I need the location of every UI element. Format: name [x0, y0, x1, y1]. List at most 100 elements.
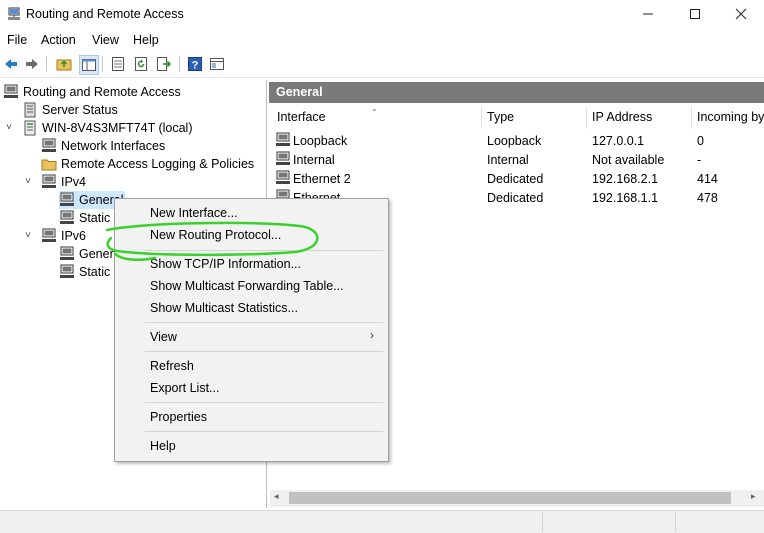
menu-file[interactable]: File [7, 33, 27, 47]
help-button[interactable]: ? [186, 55, 204, 73]
scrollbar-thumb[interactable] [289, 492, 731, 504]
pane-header-title: General [276, 85, 323, 99]
column-divider[interactable] [691, 107, 692, 129]
refresh-icon [135, 57, 147, 71]
column-header-interface[interactable]: Interface [277, 110, 326, 130]
back-arrow-icon [5, 59, 17, 69]
table-row[interactable]: Ethernet 2 Dedicated 192.168.2.1 414 [274, 170, 764, 188]
cell-ip-address: 192.168.2.1 [592, 172, 659, 186]
tree-item-root[interactable]: Routing and Remote Access [3, 83, 181, 101]
svg-text:?: ? [192, 60, 199, 72]
tree-item-ipv4[interactable]: IPv4 [41, 173, 86, 191]
up-folder-icon [56, 59, 72, 71]
general-icon [60, 246, 74, 260]
cell-ip-address: Not available [592, 153, 665, 167]
help-icon: ? [188, 57, 202, 72]
folder-icon [41, 159, 57, 171]
column-header-type[interactable]: Type [487, 110, 514, 130]
static-routes-icon [60, 210, 74, 224]
app-icon [8, 7, 20, 20]
server-icon [24, 120, 36, 136]
collapse-chevron-icon[interactable]: ˅ [23, 176, 33, 187]
console-tree-icon [210, 58, 224, 70]
column-header-incoming-bytes[interactable]: Incoming by [697, 110, 764, 130]
tree-item-network-interfaces[interactable]: Network Interfaces [41, 137, 165, 155]
minimize-button[interactable] [625, 0, 671, 28]
menu-item-show-multicast-forwarding[interactable]: Show Multicast Forwarding Table... [150, 276, 344, 296]
column-divider[interactable] [481, 107, 482, 129]
status-divider [675, 512, 676, 532]
properties-icon [112, 57, 124, 71]
minimize-icon [643, 13, 653, 15]
menu-help[interactable]: Help [133, 33, 159, 47]
table-row[interactable]: Loopback Loopback 127.0.0.1 0 [274, 132, 764, 150]
cell-incoming-bytes: 0 [697, 134, 704, 148]
table-row[interactable]: Internal Internal Not available - [274, 151, 764, 169]
properties-button[interactable] [109, 55, 127, 73]
tree-item-label: IPv4 [61, 175, 87, 189]
toolbar-separator [46, 56, 47, 72]
column-divider[interactable] [586, 107, 587, 129]
show-hide-tree-icon [82, 59, 96, 71]
close-button[interactable] [718, 0, 764, 28]
sort-chevron-icon: ⌄ [371, 104, 378, 113]
cell-ip-address: 127.0.0.1 [592, 134, 645, 148]
window-title: Routing and Remote Access [26, 7, 184, 21]
export-list-icon [157, 57, 172, 71]
menu-separator [145, 322, 383, 323]
cell-type: Internal [487, 153, 529, 167]
forward-button[interactable] [23, 55, 41, 73]
scroll-right-icon[interactable]: ▸ [751, 491, 756, 502]
column-header-ip-address[interactable]: IP Address [592, 110, 652, 130]
tree-item-label: Remote Access Logging & Policies [61, 157, 255, 171]
ipv6-icon [42, 228, 56, 242]
menu-item-refresh[interactable]: Refresh [150, 356, 194, 376]
network-interface-icon [276, 132, 290, 146]
tree-item-label: IPv6 [61, 229, 87, 243]
tree-item-remote-logging[interactable]: Remote Access Logging & Policies [41, 155, 254, 173]
cell-interface: Ethernet 2 [293, 172, 351, 186]
cell-interface: Loopback [293, 134, 348, 148]
maximize-icon [690, 9, 700, 19]
maximize-button[interactable] [672, 0, 718, 28]
tree-item-label: Routing and Remote Access [23, 85, 181, 99]
tree-item-label: Network Interfaces [61, 139, 166, 153]
submenu-arrow-icon: › [370, 328, 374, 342]
cell-incoming-bytes: - [697, 153, 702, 167]
refresh-button[interactable] [132, 55, 150, 73]
menu-item-help[interactable]: Help [150, 436, 176, 456]
menu-item-view[interactable]: View [150, 327, 177, 347]
menu-separator [145, 351, 383, 352]
cell-incoming-bytes: 414 [697, 172, 718, 186]
cell-type: Dedicated [487, 191, 544, 205]
console-tree-button[interactable] [208, 55, 226, 73]
scroll-left-icon[interactable]: ◂ [274, 491, 279, 502]
network-interface-icon [276, 170, 290, 184]
tree-item-ipv6[interactable]: IPv6 [41, 227, 86, 245]
menu-item-properties[interactable]: Properties [150, 407, 207, 427]
menu-action[interactable]: Action [41, 33, 76, 47]
collapse-chevron-icon[interactable]: ˅ [4, 122, 14, 133]
menu-item-show-multicast-statistics[interactable]: Show Multicast Statistics... [150, 298, 298, 318]
up-one-level-button[interactable] [55, 55, 73, 73]
cell-ip-address: 192.168.1.1 [592, 191, 659, 205]
menu-item-export-list[interactable]: Export List... [150, 378, 219, 398]
export-list-button[interactable] [155, 55, 173, 73]
highlight-annotation [105, 221, 319, 261]
status-divider [542, 512, 543, 532]
highlight-stroke [105, 221, 319, 261]
ipv4-icon [42, 174, 56, 188]
tree-item-label: Server Status [42, 103, 118, 117]
forward-arrow-icon [26, 59, 38, 69]
toolbar-separator [102, 56, 103, 72]
static-routes-icon [60, 264, 74, 278]
show-hide-tree-button[interactable] [79, 55, 99, 75]
menu-separator [145, 402, 383, 403]
collapse-chevron-icon[interactable]: ˅ [23, 230, 33, 241]
menu-view[interactable]: View [92, 33, 119, 47]
network-interface-icon [276, 151, 290, 165]
tree-item-server[interactable]: WIN-8V4S3MFT74T (local) [22, 119, 193, 137]
cell-type: Loopback [487, 134, 542, 148]
back-button[interactable] [2, 55, 20, 73]
tree-item-server-status[interactable]: Server Status [22, 101, 118, 119]
